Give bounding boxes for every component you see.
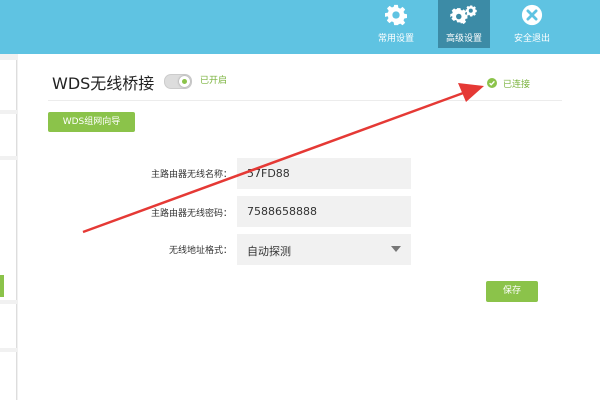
annotation-arrow-icon	[82, 83, 484, 234]
